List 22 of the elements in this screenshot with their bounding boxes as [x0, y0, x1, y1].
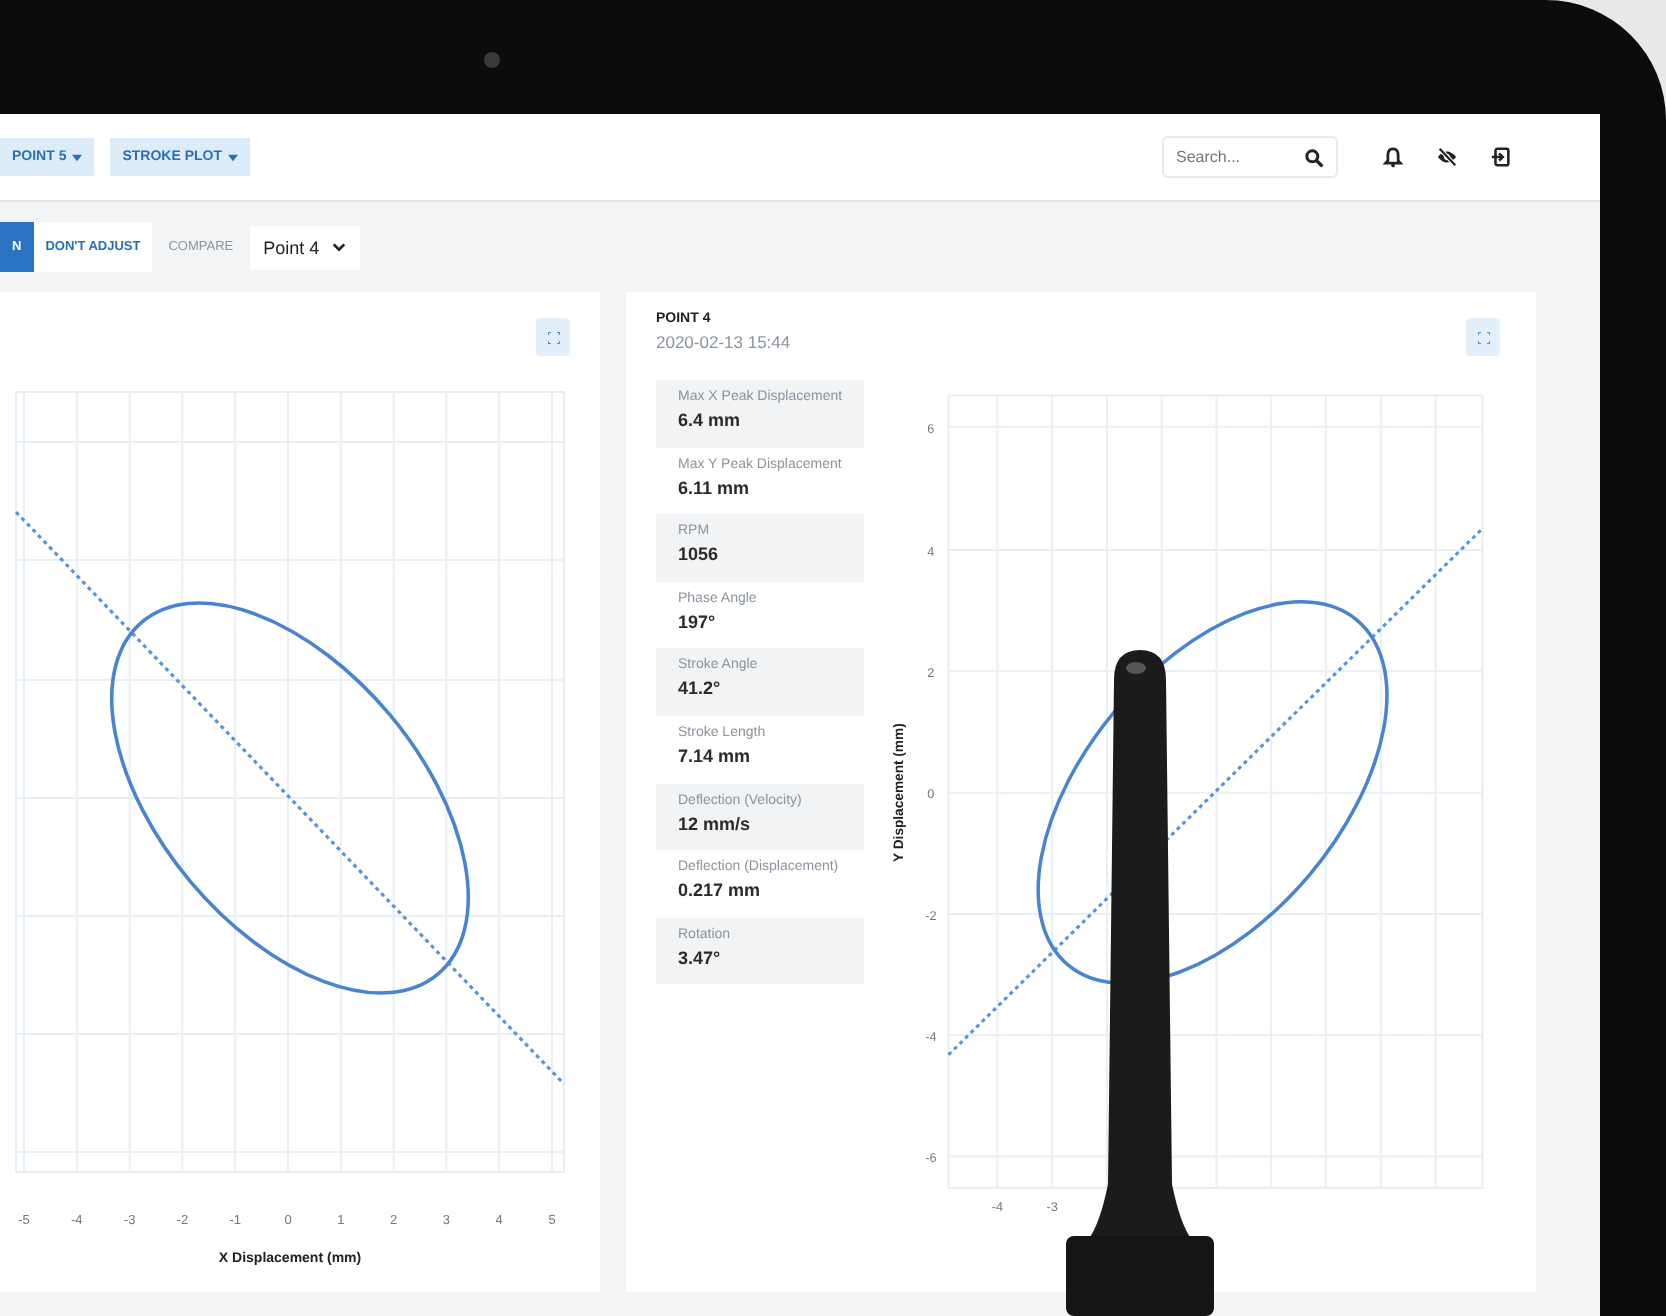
caret-icon: [228, 153, 239, 161]
search-field[interactable]: Search...: [1162, 136, 1338, 178]
stat-value: 1056: [678, 544, 721, 565]
search-icon: [1304, 148, 1324, 168]
timestamp: 2020-02-13 15:44: [656, 332, 791, 352]
stat-value: 3.47°: [678, 947, 723, 968]
expand-icon: [1477, 331, 1489, 343]
stat-value: 197°: [678, 611, 718, 632]
stat-value: 0.217 mm: [678, 880, 763, 901]
stat-value: 41.2°: [678, 678, 723, 699]
eye-slash-icon[interactable]: [1436, 146, 1458, 168]
exit-icon[interactable]: [1490, 146, 1512, 168]
chevron-down-icon: [331, 242, 346, 252]
caret-icon: [72, 153, 83, 161]
stat-value: 6.11 mm: [678, 477, 752, 498]
camera-dot: [484, 52, 500, 68]
stat-value: 7.14 mm: [678, 745, 753, 766]
compare-dropdown[interactable]: Point 4: [249, 225, 360, 269]
bell-icon[interactable]: [1382, 146, 1404, 168]
stat-value: 12 mm/s: [678, 813, 753, 834]
expand-icon: [547, 331, 559, 343]
stat-value: 6.4 mm: [678, 410, 743, 430]
